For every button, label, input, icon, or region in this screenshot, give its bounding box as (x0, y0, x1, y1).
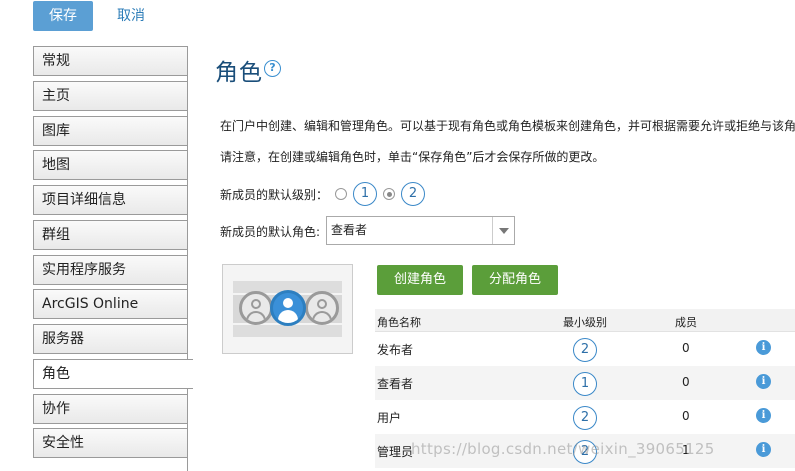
info-icon[interactable]: i (756, 408, 771, 423)
cancel-link[interactable]: 取消 (117, 1, 145, 31)
info-icon[interactable]: i (756, 374, 771, 389)
chevron-down-icon[interactable] (492, 217, 514, 244)
min-level-badge: 2 (573, 406, 597, 430)
default-role-label: 新成员的默认角色: (220, 225, 321, 239)
min-level-badge: 2 (573, 338, 597, 362)
sidebar-item-utility-services[interactable]: 实用程序服务 (33, 254, 188, 285)
help-icon[interactable]: ? (264, 60, 281, 77)
sidebar-item-map[interactable]: 地图 (33, 150, 188, 181)
role-name[interactable]: 发布者 (377, 341, 413, 358)
sidebar-item-home[interactable]: 主页 (33, 80, 188, 111)
level-2-badge: 2 (401, 182, 425, 206)
role-name[interactable]: 用户 (377, 409, 401, 426)
create-role-button[interactable]: 创建角色 (377, 265, 463, 295)
info-icon[interactable]: i (756, 340, 771, 355)
min-level-badge: 1 (573, 372, 597, 396)
settings-sidebar: 常规 主页 图库 地图 项目详细信息 群组 实用程序服务 ArcGIS Onli… (33, 46, 193, 463)
page-title: 角色 (215, 60, 263, 86)
sidebar-item-groups[interactable]: 群组 (33, 219, 188, 250)
member-count: 0 (682, 375, 690, 389)
user-avatar-icon (239, 291, 273, 325)
assign-role-button[interactable]: 分配角色 (472, 265, 558, 295)
description-text: 在门户中创建、编辑和管理角色。可以基于现有角色或角色模板来创建角色，并可根据需要… (220, 119, 795, 133)
watermark: https://blog.csdn.net/weixin_39065125 (411, 440, 715, 458)
table-header: 角色名称 最小级别 成员 (375, 309, 795, 332)
sidebar-divider (187, 389, 188, 471)
save-button[interactable]: 保存 (33, 1, 93, 31)
save-note-text: 请注意，在创建或编辑角色时，单击“保存角色”后才会保存所做的更改。 (220, 150, 605, 164)
level-2-radio[interactable] (383, 188, 395, 200)
table-row[interactable]: 发布者 2 0 i (375, 332, 795, 366)
sidebar-item-arcgis-online[interactable]: ArcGIS Online (33, 289, 188, 320)
roles-illustration (222, 264, 353, 354)
sidebar-item-gallery[interactable]: 图库 (33, 115, 188, 146)
default-level-label: 新成员的默认级别： (220, 188, 329, 202)
sidebar-item-collaboration[interactable]: 协作 (33, 393, 188, 424)
member-count: 0 (682, 409, 690, 423)
sidebar-item-security[interactable]: 安全性 (33, 428, 188, 459)
table-row[interactable]: 查看者 1 0 i (375, 366, 795, 400)
role-name[interactable]: 管理员 (377, 443, 413, 460)
sidebar-item-general[interactable]: 常规 (33, 46, 188, 76)
default-role-value: 查看者 (331, 223, 368, 237)
member-count: 0 (682, 341, 690, 355)
illustration-bar (233, 325, 342, 337)
table-row[interactable]: 用户 2 0 i (375, 400, 795, 434)
column-header-min-level[interactable]: 最小级别 (563, 314, 607, 330)
sidebar-item-item-details[interactable]: 项目详细信息 (33, 185, 188, 215)
info-icon[interactable]: i (756, 442, 771, 457)
selected-user-avatar-icon (270, 290, 306, 326)
user-avatar-icon (305, 291, 339, 325)
default-role-select[interactable]: 查看者 (326, 216, 515, 245)
column-header-role-name[interactable]: 角色名称 (377, 314, 421, 330)
column-header-members[interactable]: 成员 (675, 314, 697, 330)
level-1-radio[interactable] (335, 188, 347, 200)
sidebar-divider (187, 46, 188, 359)
sidebar-item-servers[interactable]: 服务器 (33, 324, 188, 354)
role-name[interactable]: 查看者 (377, 375, 413, 392)
sidebar-item-roles[interactable]: 角色 (33, 358, 193, 389)
level-1-badge: 1 (353, 182, 377, 206)
